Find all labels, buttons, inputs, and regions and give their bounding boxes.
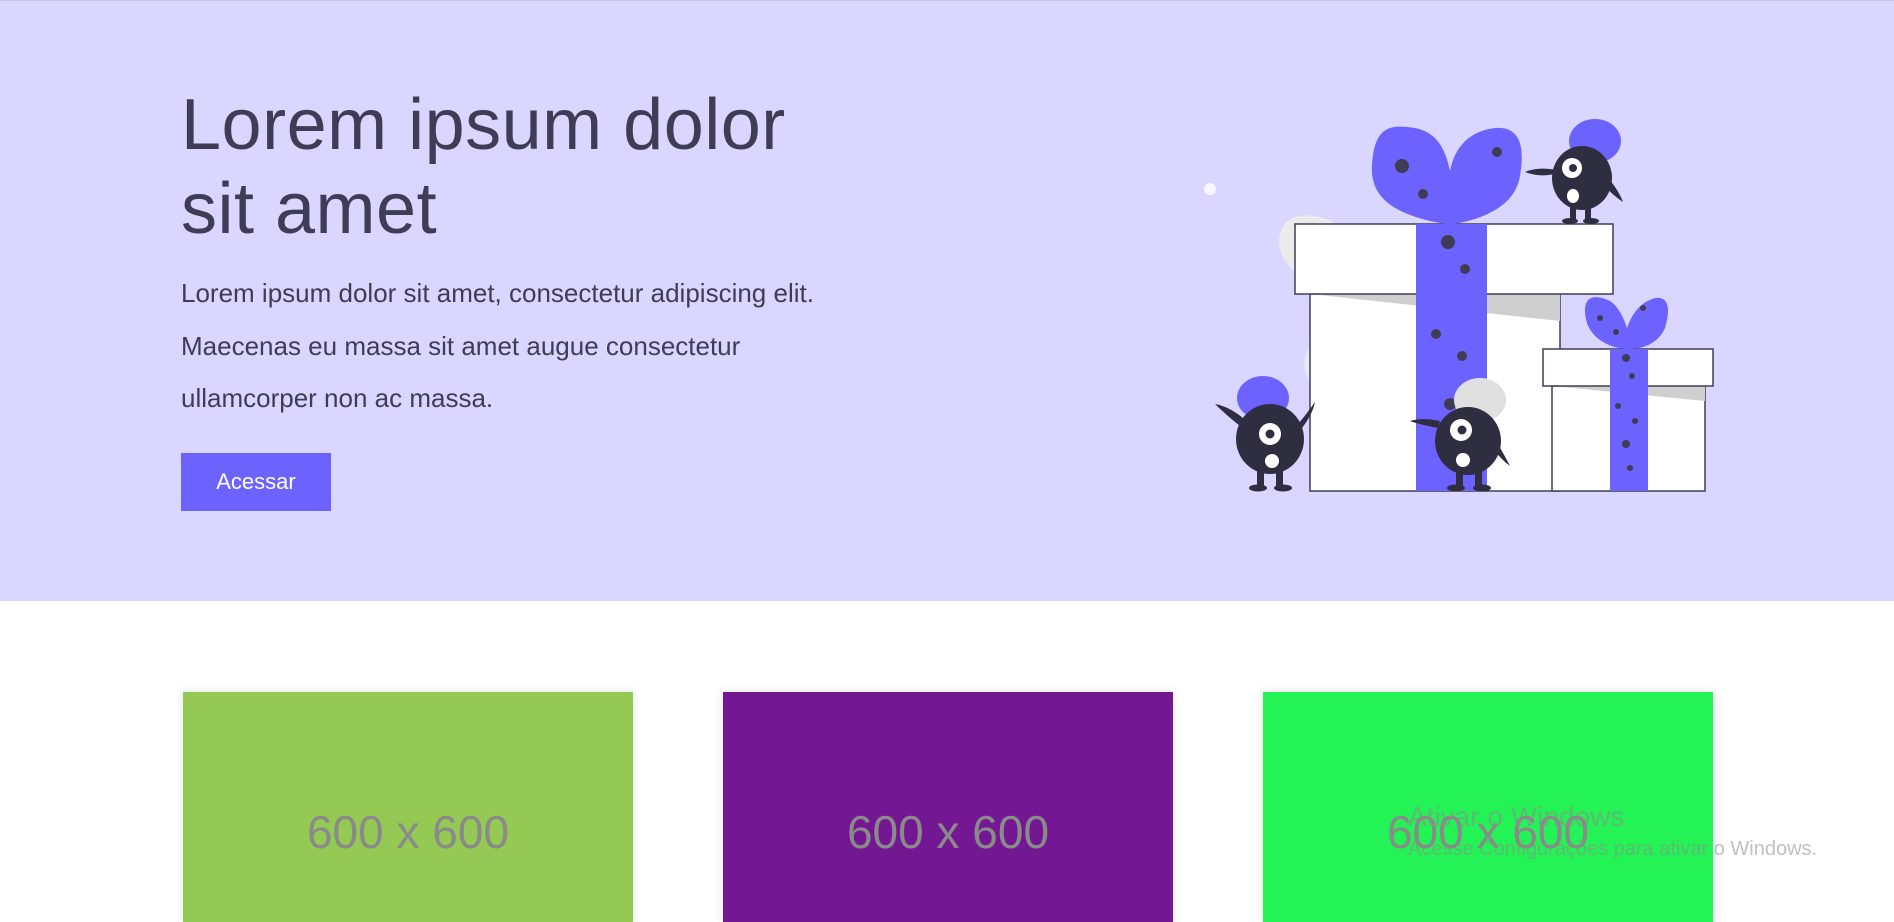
hero-title-line2: sit amet xyxy=(181,169,438,249)
card-label: 600 x 600 xyxy=(846,806,1050,858)
cards-section: 600 x 600 600 x 600 600 x 600 xyxy=(0,601,1894,922)
monster-top-right xyxy=(1525,119,1623,224)
hero-title-line1: Lorem ipsum dolor xyxy=(181,85,786,165)
card-label: 600 x 600 xyxy=(1386,806,1590,858)
hero-section: Lorem ipsum dolor sit amet Lorem ipsum do… xyxy=(0,0,1894,601)
acessar-button[interactable]: Acessar xyxy=(181,453,331,511)
monster-bottom-left xyxy=(1215,376,1315,492)
placeholder-card: 600 x 600 xyxy=(183,692,633,922)
placeholder-card: 600 x 600 xyxy=(723,692,1173,922)
placeholder-card: 600 x 600 xyxy=(1263,692,1713,922)
card-label: 600 x 600 xyxy=(306,806,510,858)
hero-title: Lorem ipsum dolor sit amet xyxy=(181,83,881,251)
small-gift-box xyxy=(1542,297,1714,492)
gift-boxes-illustration xyxy=(1204,119,1714,492)
hero-description: Lorem ipsum dolor sit amet, consectetur … xyxy=(181,278,814,413)
